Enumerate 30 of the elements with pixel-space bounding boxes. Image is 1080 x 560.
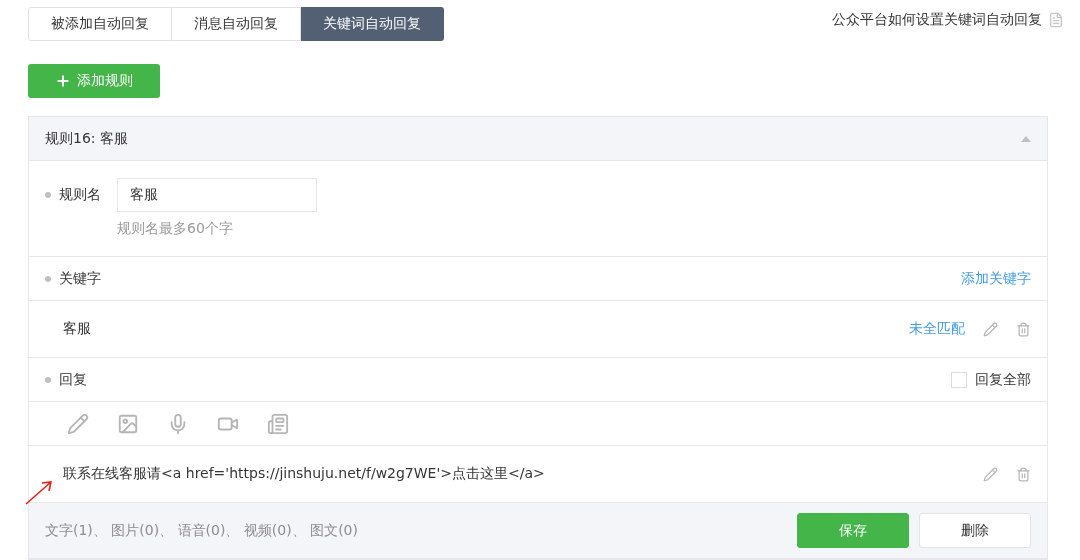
field-label: 回复: [59, 370, 87, 389]
rule-title: 规则16: 客服: [45, 129, 128, 148]
bullet-icon: [45, 192, 51, 198]
checkbox-label: 回复全部: [975, 370, 1031, 389]
edit-icon[interactable]: [983, 466, 998, 482]
reply-message: 联系在线客服请<a href='https://jinshuju.net/f/w2g7WE'>点击这里</a>: [63, 465, 545, 483]
bullet-icon: [45, 275, 51, 282]
field-label: 关键字: [59, 269, 101, 288]
field-label: 规则名: [59, 186, 101, 204]
delete-icon[interactable]: [1016, 321, 1031, 337]
edit-icon[interactable]: [983, 321, 998, 337]
image-icon[interactable]: [117, 412, 139, 435]
keyword-text: 客服: [63, 320, 91, 338]
delete-icon[interactable]: [1016, 466, 1031, 482]
document-icon[interactable]: [1048, 12, 1064, 28]
pencil-icon[interactable]: [67, 412, 89, 435]
article-icon[interactable]: [267, 412, 289, 435]
tab[interactable]: 消息自动回复: [172, 7, 301, 41]
help-link[interactable]: 公众平台如何设置关键词自动回复: [832, 11, 1042, 29]
rule-header[interactable]: 规则16: 客服: [29, 117, 1047, 161]
tab[interactable]: 被添加自动回复: [28, 7, 172, 41]
delete-button[interactable]: 删除: [919, 513, 1031, 548]
reply-all-checkbox[interactable]: [951, 371, 967, 388]
plus-icon: [55, 73, 71, 89]
reply-summary: 文字(1)、 图片(0)、 语音(0)、 视频(0)、 图文(0): [45, 521, 358, 540]
bullet-icon: [45, 376, 51, 383]
rule-name-field[interactable]: 客服: [117, 178, 317, 212]
tab[interactable]: 关键词自动回复: [301, 7, 444, 41]
collapse-icon[interactable]: [1021, 135, 1031, 142]
field-hint: 规则名最多60个字: [117, 220, 234, 238]
